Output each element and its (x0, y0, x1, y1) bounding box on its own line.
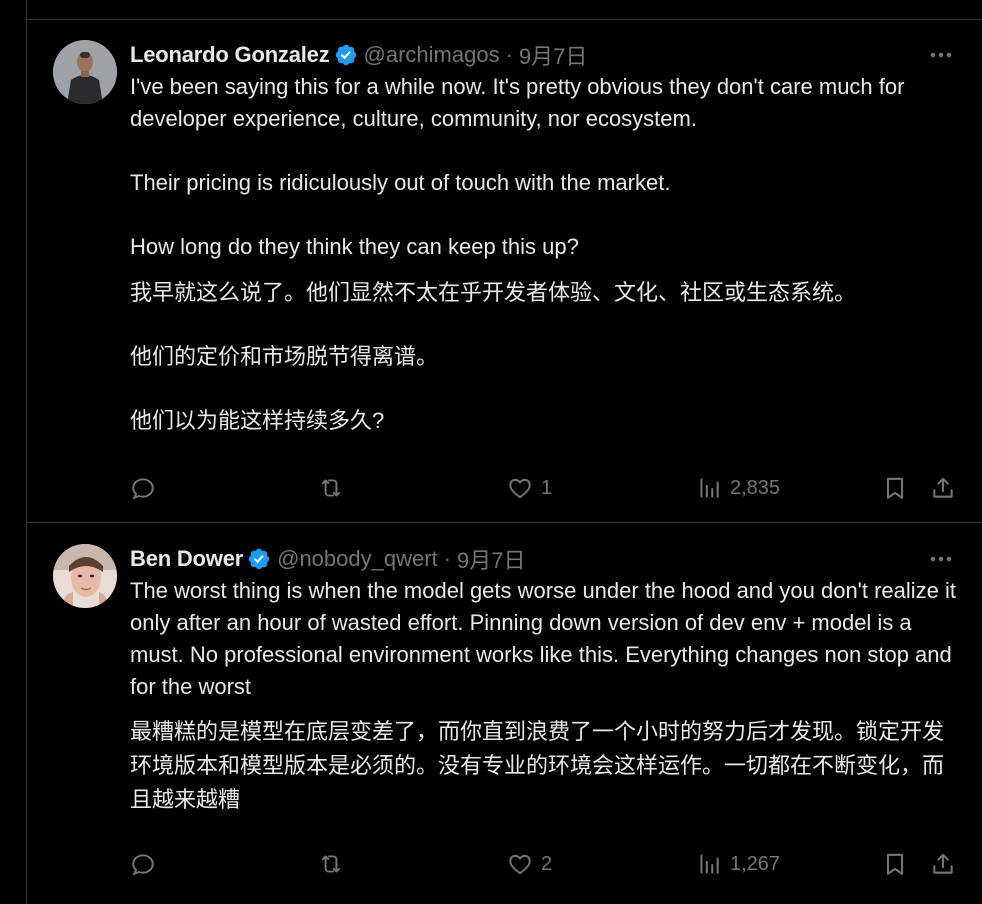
author-name[interactable]: Ben Dower (130, 546, 243, 572)
tweet-header: Ben Dower @nobody_qwert · 9月7日 (130, 544, 964, 574)
bookmark-button[interactable] (882, 472, 908, 504)
share-button[interactable] (930, 848, 956, 880)
views-count: 1,267 (730, 852, 781, 875)
reply-button[interactable] (130, 472, 164, 504)
like-count: 2 (541, 852, 553, 875)
verified-badge-icon (248, 548, 270, 570)
like-icon (509, 854, 531, 875)
like-button[interactable]: 1 (507, 472, 552, 504)
author-handle[interactable]: @archimagos (364, 42, 500, 68)
author-name[interactable]: Leonardo Gonzalez (130, 42, 330, 68)
bookmark-icon (886, 477, 904, 499)
like-icon (509, 478, 531, 499)
avatar-photo (53, 40, 117, 104)
views-button[interactable]: 2,835 (696, 472, 780, 504)
tweet-2[interactable]: Ben Dower @nobody_qwert · 9月7日 The worst… (26, 524, 982, 904)
reply-button[interactable] (130, 848, 164, 880)
tweet-body: I've been saying this for a while now. I… (130, 71, 964, 438)
action-bar: 1 2,835 (130, 472, 982, 504)
more-icon[interactable] (926, 546, 956, 572)
separator-dot: · (443, 546, 451, 571)
repost-icon (321, 855, 341, 873)
reply-icon (132, 854, 154, 876)
tweet-date[interactable]: 9月7日 (457, 543, 525, 575)
bookmark-button[interactable] (882, 848, 908, 880)
views-icon (700, 478, 719, 498)
repost-button[interactable] (318, 472, 352, 504)
tweet-text: The worst thing is when the model gets w… (130, 578, 957, 699)
translation-text: 他们的定价和市场脱节得离谱。 (130, 344, 439, 369)
repost-button[interactable] (318, 848, 352, 880)
tweet-body: The worst thing is when the model gets w… (130, 575, 964, 817)
like-button[interactable]: 2 (507, 848, 552, 880)
translation-text: 他们以为能这样持续多久? (130, 408, 385, 433)
avatar[interactable] (53, 544, 117, 608)
tweet-text: I've been saying this for a while now. I… (130, 74, 905, 131)
avatar[interactable] (53, 40, 117, 104)
more-icon[interactable] (926, 42, 956, 68)
share-icon (933, 853, 953, 874)
views-count: 2,835 (730, 476, 781, 499)
avatar-photo (53, 544, 117, 608)
translation-text: 最糟糕的是模型在底层变差了，而你直到浪费了一个小时的努力后才发现。锁定开发环境版… (130, 719, 945, 812)
tweet-1[interactable]: Leonardo Gonzalez @archimagos · 9月7日 I'v… (26, 20, 982, 523)
author-handle[interactable]: @nobody_qwert (277, 546, 438, 572)
separator-dot: · (505, 42, 513, 67)
action-bar: 2 1,267 (130, 848, 982, 880)
tweet-date[interactable]: 9月7日 (519, 39, 587, 71)
share-button[interactable] (930, 472, 956, 504)
views-icon (700, 854, 719, 874)
bookmark-icon (886, 853, 904, 875)
tweet-text: Their pricing is ridiculously out of tou… (130, 170, 671, 195)
translation-text: 我早就这么说了。他们显然不太在乎开发者体验、文化、社区或生态系统。 (130, 280, 857, 305)
like-count: 1 (541, 476, 553, 499)
verified-badge-icon (335, 44, 356, 66)
repost-icon (321, 479, 341, 497)
tweet-header: Leonardo Gonzalez @archimagos · 9月7日 (130, 40, 964, 70)
reply-icon (132, 478, 154, 500)
views-button[interactable]: 1,267 (696, 848, 780, 880)
share-icon (933, 477, 953, 498)
tweet-text: How long do they think they can keep thi… (130, 234, 579, 259)
